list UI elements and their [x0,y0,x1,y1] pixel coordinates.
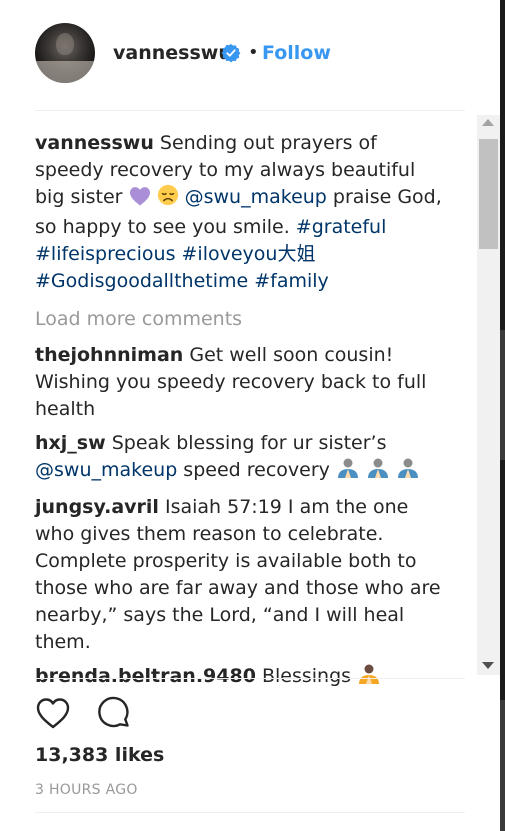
post-header: vannesswu • Follow [0,0,465,110]
comment-text: Speak blessing for ur sister’s [111,432,387,454]
comment-username[interactable]: jungsy.avril [35,496,159,518]
heart-icon[interactable] [35,696,71,730]
avatar[interactable] [35,23,95,83]
comment-username[interactable]: brenda.beltran.9480 [35,665,256,687]
separator-dot: • [248,42,259,63]
comment-username[interactable]: thejohnniman [35,344,183,366]
comment-item: thejohnniman Get well soon cousin! Wishi… [35,342,445,423]
bottom-divider [35,812,465,813]
hashtag-link[interactable]: #Godisgoodallthetime [35,270,248,292]
hashtag-link[interactable]: #lifeisprecious [35,243,175,265]
speech-bubble-icon[interactable] [96,696,132,730]
hashtag-link[interactable]: #iloveyou大姐 [182,243,316,265]
praying-hands-icon [336,457,360,487]
likes-count[interactable]: 13,383 likes [35,744,164,766]
actions-divider [35,678,465,679]
comment-item: jungsy.avril Isaiah 57:19 I am the one w… [35,494,445,656]
header-username[interactable]: vannesswu [113,42,232,64]
comment-text: Blessings [261,665,352,687]
scroll-down-arrow-icon[interactable] [482,662,494,669]
hashtag-link[interactable]: #grateful [296,216,387,238]
load-more-comments-button[interactable]: Load more comments [35,306,445,333]
post-timestamp[interactable]: 3 HOURS AGO [35,782,138,798]
praying-hands-icon [396,457,420,487]
comments-list: vannesswu Sending out prayers of speedy … [35,130,445,700]
follow-button[interactable]: Follow [262,42,331,64]
caption: vannesswu Sending out prayers of speedy … [35,130,445,295]
comment-text: Isaiah 57:19 I am the one who gives them… [35,496,441,653]
comment-item: hxj_sw Speak blessing for ur sister’s @s… [35,430,445,487]
comments-scrollbar[interactable] [477,115,500,675]
purple-heart-icon [129,186,151,214]
mention-link[interactable]: @swu_makeup [185,186,327,208]
scrollbar-thumb[interactable] [479,139,498,249]
verified-badge-icon [221,44,241,63]
disappointed-face-icon [157,184,179,214]
comment-username[interactable]: hxj_sw [35,432,106,454]
hashtag-link[interactable]: #family [254,270,329,292]
window-edge [500,0,505,831]
scroll-up-arrow-icon[interactable] [482,119,494,126]
caption-username[interactable]: vannesswu [35,132,154,154]
header-divider [35,110,465,111]
mention-link[interactable]: @swu_makeup [35,459,177,481]
praying-hands-icon [366,457,390,487]
comment-text-2: speed recovery [183,459,330,481]
